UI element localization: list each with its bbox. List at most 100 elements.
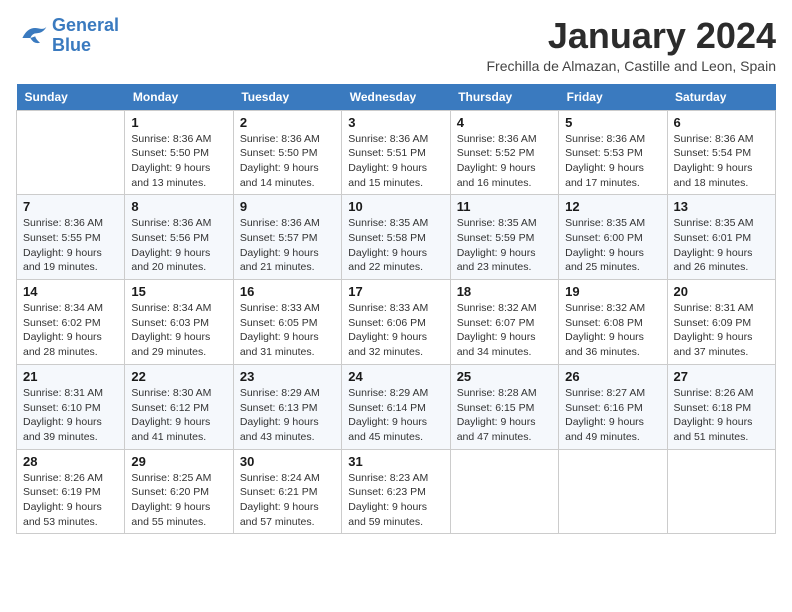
weekday-header-saturday: Saturday — [667, 84, 775, 111]
calendar-cell: 19 Sunrise: 8:32 AM Sunset: 6:08 PM Dayli… — [559, 280, 667, 365]
day-info: Sunrise: 8:32 AM Sunset: 6:07 PM Dayligh… — [457, 301, 552, 360]
day-number: 17 — [348, 284, 443, 299]
day-info: Sunrise: 8:36 AM Sunset: 5:51 PM Dayligh… — [348, 132, 443, 191]
day-number: 29 — [131, 454, 226, 469]
day-info: Sunrise: 8:36 AM Sunset: 5:50 PM Dayligh… — [240, 132, 335, 191]
day-number: 18 — [457, 284, 552, 299]
day-number: 3 — [348, 115, 443, 130]
calendar-cell: 26Sunrise: 8:27 AM Sunset: 6:16 PM Dayli… — [559, 364, 667, 449]
day-number: 7 — [23, 199, 118, 214]
day-number: 27 — [674, 369, 769, 384]
calendar-cell — [450, 449, 558, 534]
day-info: Sunrise: 8:24 AM Sunset: 6:21 PM Dayligh… — [240, 471, 335, 530]
calendar-cell: 21 Sunrise: 8:31 AM Sunset: 6:10 PM Dayli… — [17, 364, 125, 449]
weekday-header-thursday: Thursday — [450, 84, 558, 111]
calendar-cell: 27 Sunrise: 8:26 AM Sunset: 6:18 PM Dayli… — [667, 364, 775, 449]
day-number: 21 — [23, 369, 118, 384]
day-info: Sunrise: 8:36 AM Sunset: 5:57 PM Dayligh… — [240, 216, 335, 275]
day-number: 24 — [348, 369, 443, 384]
calendar-cell — [667, 449, 775, 534]
logo-bird-icon — [16, 22, 48, 50]
day-info: Sunrise: 8:36 AM Sunset: 5:54 PM Dayligh… — [674, 132, 769, 191]
day-number: 28 — [23, 454, 118, 469]
calendar-cell: 12Sunrise: 8:35 AM Sunset: 6:00 PM Dayli… — [559, 195, 667, 280]
day-info: Sunrise: 8:35 AM Sunset: 5:59 PM Dayligh… — [457, 216, 552, 275]
calendar-cell — [559, 449, 667, 534]
calendar-cell: 16 Sunrise: 8:33 AM Sunset: 6:05 PM Dayli… — [233, 280, 341, 365]
day-number: 23 — [240, 369, 335, 384]
day-number: 8 — [131, 199, 226, 214]
day-info: Sunrise: 8:36 AM Sunset: 5:52 PM Dayligh… — [457, 132, 552, 191]
day-number: 9 — [240, 199, 335, 214]
day-number: 25 — [457, 369, 552, 384]
logo-general: General — [52, 16, 119, 36]
calendar-cell — [17, 110, 125, 195]
logo: General Blue — [16, 16, 119, 56]
calendar-cell: 20Sunrise: 8:31 AM Sunset: 6:09 PM Dayli… — [667, 280, 775, 365]
day-info: Sunrise: 8:26 AM Sunset: 6:18 PM Dayligh… — [674, 386, 769, 445]
calendar-cell: 8 Sunrise: 8:36 AM Sunset: 5:56 PM Daylig… — [125, 195, 233, 280]
weekday-header-sunday: Sunday — [17, 84, 125, 111]
calendar-cell: 3 Sunrise: 8:36 AM Sunset: 5:51 PM Daylig… — [342, 110, 450, 195]
calendar-cell: 14Sunrise: 8:34 AM Sunset: 6:02 PM Dayli… — [17, 280, 125, 365]
calendar-cell: 7 Sunrise: 8:36 AM Sunset: 5:55 PM Daylig… — [17, 195, 125, 280]
calendar-table: SundayMondayTuesdayWednesdayThursdayFrid… — [16, 84, 776, 535]
day-info: Sunrise: 8:32 AM Sunset: 6:08 PM Dayligh… — [565, 301, 660, 360]
day-number: 6 — [674, 115, 769, 130]
logo-blue: Blue — [52, 36, 119, 56]
weekday-header-row: SundayMondayTuesdayWednesdayThursdayFrid… — [17, 84, 776, 111]
calendar-header: SundayMondayTuesdayWednesdayThursdayFrid… — [17, 84, 776, 111]
day-number: 16 — [240, 284, 335, 299]
day-info: Sunrise: 8:36 AM Sunset: 5:53 PM Dayligh… — [565, 132, 660, 191]
calendar-cell: 15Sunrise: 8:34 AM Sunset: 6:03 PM Dayli… — [125, 280, 233, 365]
day-number: 2 — [240, 115, 335, 130]
day-info: Sunrise: 8:35 AM Sunset: 6:01 PM Dayligh… — [674, 216, 769, 275]
day-number: 5 — [565, 115, 660, 130]
calendar-cell: 5 Sunrise: 8:36 AM Sunset: 5:53 PM Daylig… — [559, 110, 667, 195]
calendar-cell: 17 Sunrise: 8:33 AM Sunset: 6:06 PM Dayli… — [342, 280, 450, 365]
day-number: 26 — [565, 369, 660, 384]
calendar-cell: 31 Sunrise: 8:23 AM Sunset: 6:23 PM Dayli… — [342, 449, 450, 534]
day-number: 10 — [348, 199, 443, 214]
day-info: Sunrise: 8:29 AM Sunset: 6:14 PM Dayligh… — [348, 386, 443, 445]
calendar-week-row: 1 Sunrise: 8:36 AM Sunset: 5:50 PM Daylig… — [17, 110, 776, 195]
calendar-cell: 4Sunrise: 8:36 AM Sunset: 5:52 PM Daylig… — [450, 110, 558, 195]
day-info: Sunrise: 8:28 AM Sunset: 6:15 PM Dayligh… — [457, 386, 552, 445]
weekday-header-tuesday: Tuesday — [233, 84, 341, 111]
title-area: January 2024 Frechilla de Almazan, Casti… — [486, 16, 776, 74]
calendar-cell: 13 Sunrise: 8:35 AM Sunset: 6:01 PM Dayli… — [667, 195, 775, 280]
day-info: Sunrise: 8:26 AM Sunset: 6:19 PM Dayligh… — [23, 471, 118, 530]
calendar-cell: 2 Sunrise: 8:36 AM Sunset: 5:50 PM Daylig… — [233, 110, 341, 195]
day-info: Sunrise: 8:33 AM Sunset: 6:06 PM Dayligh… — [348, 301, 443, 360]
calendar-cell: 1Sunrise: 8:36 AM Sunset: 5:50 PM Daylig… — [125, 110, 233, 195]
calendar-cell: 28 Sunrise: 8:26 AM Sunset: 6:19 PM Dayli… — [17, 449, 125, 534]
calendar-cell: 23 Sunrise: 8:29 AM Sunset: 6:13 PM Dayli… — [233, 364, 341, 449]
calendar-cell: 29Sunrise: 8:25 AM Sunset: 6:20 PM Dayli… — [125, 449, 233, 534]
calendar-week-row: 28 Sunrise: 8:26 AM Sunset: 6:19 PM Dayli… — [17, 449, 776, 534]
day-number: 31 — [348, 454, 443, 469]
day-number: 30 — [240, 454, 335, 469]
calendar-week-row: 7 Sunrise: 8:36 AM Sunset: 5:55 PM Daylig… — [17, 195, 776, 280]
calendar-cell: 18 Sunrise: 8:32 AM Sunset: 6:07 PM Dayli… — [450, 280, 558, 365]
day-info: Sunrise: 8:29 AM Sunset: 6:13 PM Dayligh… — [240, 386, 335, 445]
day-info: Sunrise: 8:36 AM Sunset: 5:56 PM Dayligh… — [131, 216, 226, 275]
calendar-week-row: 14Sunrise: 8:34 AM Sunset: 6:02 PM Dayli… — [17, 280, 776, 365]
calendar-cell: 30 Sunrise: 8:24 AM Sunset: 6:21 PM Dayli… — [233, 449, 341, 534]
weekday-header-wednesday: Wednesday — [342, 84, 450, 111]
day-number: 13 — [674, 199, 769, 214]
day-info: Sunrise: 8:36 AM Sunset: 5:55 PM Dayligh… — [23, 216, 118, 275]
day-info: Sunrise: 8:31 AM Sunset: 6:10 PM Dayligh… — [23, 386, 118, 445]
day-info: Sunrise: 8:23 AM Sunset: 6:23 PM Dayligh… — [348, 471, 443, 530]
page-header: General Blue January 2024 Frechilla de A… — [16, 16, 776, 74]
weekday-header-monday: Monday — [125, 84, 233, 111]
weekday-header-friday: Friday — [559, 84, 667, 111]
day-number: 19 — [565, 284, 660, 299]
month-title: January 2024 — [486, 16, 776, 56]
calendar-cell: 10 Sunrise: 8:35 AM Sunset: 5:58 PM Dayli… — [342, 195, 450, 280]
calendar-cell: 22Sunrise: 8:30 AM Sunset: 6:12 PM Dayli… — [125, 364, 233, 449]
day-info: Sunrise: 8:33 AM Sunset: 6:05 PM Dayligh… — [240, 301, 335, 360]
day-number: 11 — [457, 199, 552, 214]
day-number: 1 — [131, 115, 226, 130]
day-number: 15 — [131, 284, 226, 299]
day-info: Sunrise: 8:35 AM Sunset: 5:58 PM Dayligh… — [348, 216, 443, 275]
